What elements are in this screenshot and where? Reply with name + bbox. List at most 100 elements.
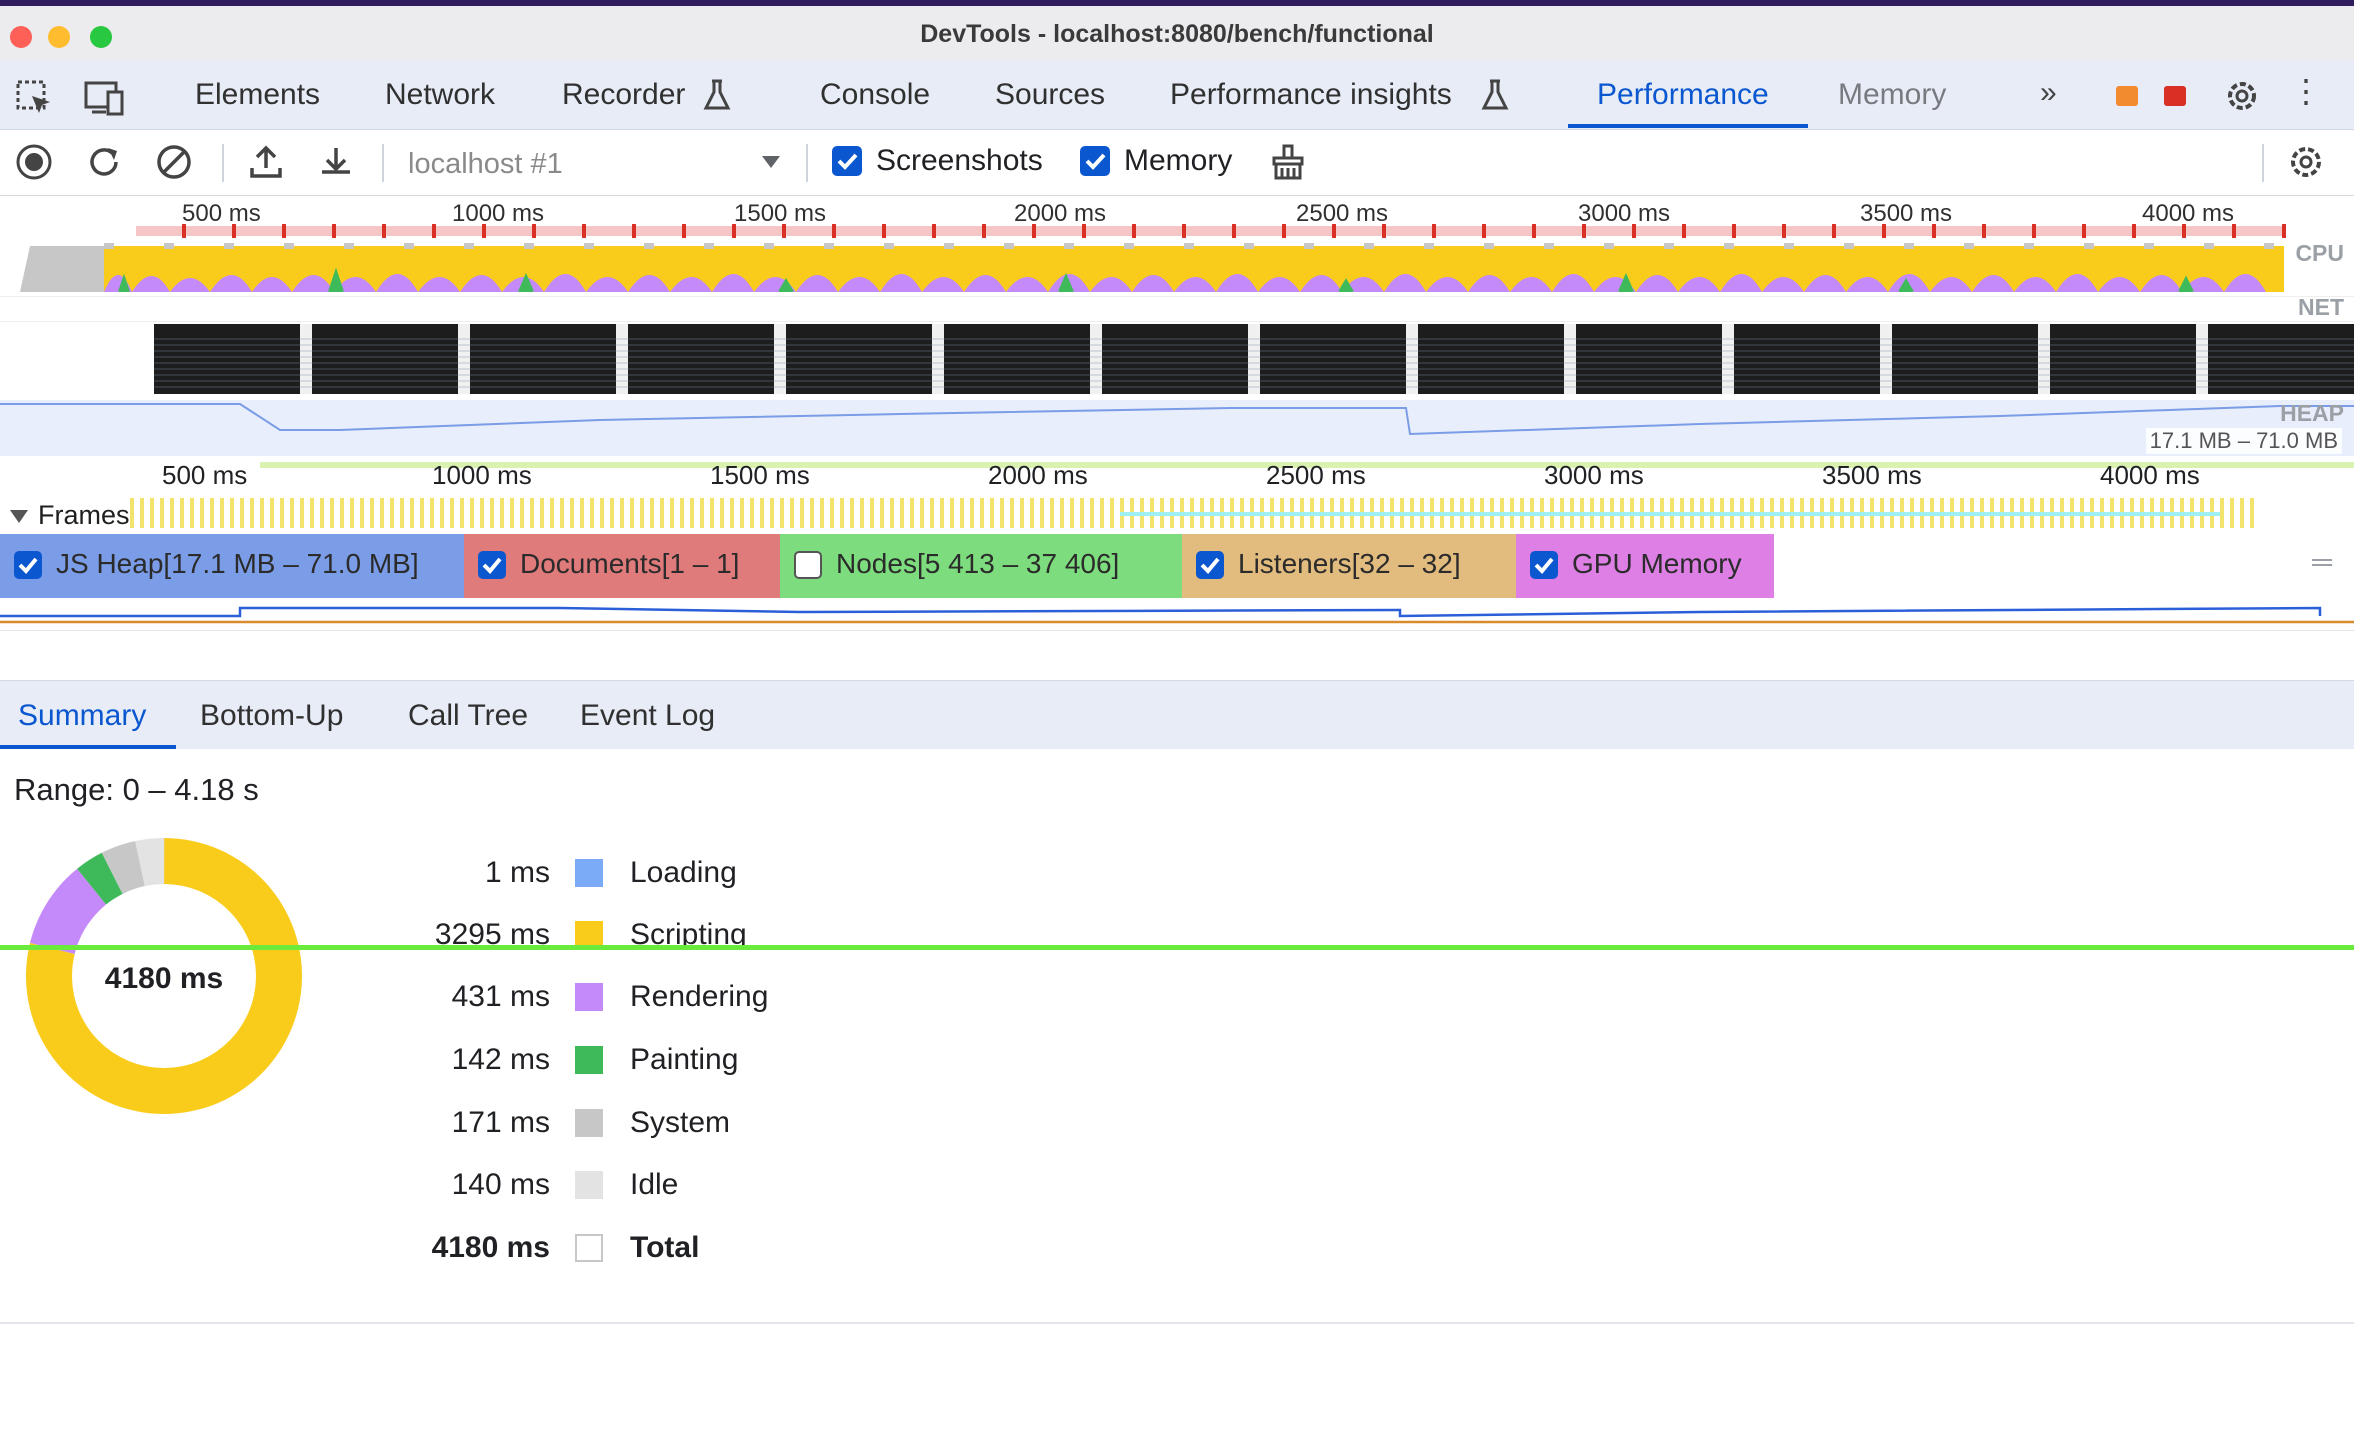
screenshot-filmstrip-texture (154, 336, 2354, 388)
heap-track-label: HEAP (2280, 400, 2344, 426)
counter-label: JS Heap[17.1 MB – 71.0 MB] (56, 548, 419, 579)
counter-nodes[interactable]: Nodes[5 413 – 37 406] (780, 534, 1182, 598)
timeline-overview[interactable]: 500 ms 1000 ms 1500 ms 2000 ms 2500 ms 3… (0, 196, 2354, 464)
tab-call-tree[interactable]: Call Tree (408, 699, 528, 733)
more-tabs-icon[interactable]: » (2040, 76, 2057, 110)
cpu-track-label: CPU (2295, 240, 2344, 266)
timeline-ruler-label: 3500 ms (1822, 460, 1922, 490)
frames-track-label: Frames (38, 500, 130, 530)
legend-name: System (630, 1106, 731, 1139)
memory-checkbox[interactable] (1080, 146, 1110, 176)
legend-value: 4180 ms (431, 1231, 550, 1264)
heap-usage-line (0, 403, 2354, 436)
legend-name: Idle (630, 1168, 679, 1201)
download-profile-icon[interactable] (316, 142, 356, 182)
resize-handle-icon[interactable]: ═ (2312, 546, 2332, 578)
tab-elements[interactable]: Elements (195, 78, 320, 112)
upload-profile-icon[interactable] (246, 142, 286, 182)
summary-bottom-divider (0, 1322, 2354, 1324)
performance-toolbar: localhost #1 Screenshots Memory (0, 130, 2354, 196)
tab-network[interactable]: Network (385, 78, 495, 112)
legend-swatch (575, 1171, 603, 1199)
flask-icon (703, 79, 731, 110)
legend-value: 431 ms (451, 980, 550, 1013)
legend-swatch (575, 1109, 603, 1137)
tab-summary[interactable]: Summary (18, 699, 146, 733)
net-track-label: NET (2298, 294, 2344, 320)
counter-label: Documents[1 – 1] (520, 548, 740, 579)
js-heap-checkbox[interactable] (14, 551, 42, 579)
chevron-down-icon (762, 156, 780, 168)
target-select-value: localhost #1 (408, 148, 563, 180)
legend-row-painting: 142 ms Painting (0, 1043, 800, 1083)
timeline-ruler-label: 4000 ms (2100, 460, 2200, 490)
gpu-memory-checkbox[interactable] (1530, 551, 1558, 579)
legend-swatch (575, 1046, 603, 1074)
counter-label: Nodes[5 413 – 37 406] (836, 548, 1120, 579)
counter-js-heap[interactable]: JS Heap[17.1 MB – 71.0 MB] (0, 534, 464, 598)
errors-badge-icon[interactable] (2164, 86, 2186, 106)
heap-range-label: 17.1 MB – 71.0 MB (2145, 428, 2342, 454)
legend-name: Loading (630, 856, 737, 889)
timeline-ruler-label: 2000 ms (988, 460, 1088, 490)
reload-record-icon[interactable] (84, 142, 124, 182)
listeners-checkbox[interactable] (1196, 551, 1224, 579)
collect-garbage-icon[interactable] (1268, 142, 1308, 182)
legend-value: 1 ms (484, 856, 550, 889)
memory-label: Memory (1124, 144, 1233, 177)
legend-value: 171 ms (451, 1106, 550, 1139)
tab-sources[interactable]: Sources (995, 78, 1105, 112)
toolbar-separator (222, 144, 224, 182)
timeline-ruler[interactable]: 500 ms 1000 ms 1500 ms 2000 ms 2500 ms 3… (0, 456, 2354, 494)
counter-listeners[interactable]: Listeners[32 – 32] (1182, 534, 1516, 598)
target-select[interactable]: localhost #1 (392, 140, 792, 184)
legend-name: Painting (630, 1043, 739, 1076)
expand-triangle-icon[interactable] (10, 510, 28, 523)
panel-tabbar: Elements Network Recorder Console Source… (0, 60, 2354, 130)
tab-event-log[interactable]: Event Log (580, 699, 715, 733)
legend-row-rendering: 431 ms Rendering (0, 980, 800, 1020)
memory-counters-bar: JS Heap[17.1 MB – 71.0 MB] Documents[1 –… (0, 534, 2354, 598)
details-tabbar: Summary Bottom-Up Call Tree Event Log (0, 680, 2354, 749)
counter-documents[interactable]: Documents[1 – 1] (464, 534, 780, 598)
record-icon[interactable] (14, 142, 54, 182)
tab-recorder[interactable]: Recorder (562, 78, 685, 112)
legend-name: Total (630, 1231, 700, 1264)
counter-gpu-memory[interactable]: GPU Memory (1516, 534, 1774, 598)
network-track (0, 296, 2354, 322)
capture-settings-gear-icon[interactable] (2286, 142, 2326, 182)
window-titlebar: DevTools - localhost:8080/bench/function… (0, 0, 2354, 60)
toolbar-separator (382, 144, 384, 182)
frames-track[interactable]: Frames (0, 494, 2354, 534)
tab-memory[interactable]: Memory (1838, 78, 1946, 112)
counter-graph-lines (0, 606, 2354, 624)
tab-bottom-up[interactable]: Bottom-Up (200, 699, 343, 733)
screenshots-checkbox[interactable] (832, 146, 862, 176)
legend-row-scripting: 3295 ms Scripting (0, 918, 800, 958)
active-tab-indicator (1568, 124, 1808, 128)
device-toolbar-icon[interactable] (82, 78, 126, 118)
tab-performance[interactable]: Performance (1597, 78, 1769, 112)
legend-swatch (575, 983, 603, 1011)
legend-row-loading: 1 ms Loading (0, 856, 800, 896)
tab-console[interactable]: Console (820, 78, 930, 112)
inspect-element-icon[interactable] (14, 78, 54, 118)
issues-badge-icon[interactable] (2116, 86, 2138, 106)
nodes-checkbox[interactable] (794, 551, 822, 579)
glitch-line (0, 945, 2354, 950)
flask-icon (1481, 79, 1509, 110)
settings-gear-icon[interactable] (2222, 76, 2262, 116)
timeline-ruler-label: 3000 ms (1544, 460, 1644, 490)
legend-swatch (575, 1234, 603, 1262)
legend-row-system: 171 ms System (0, 1106, 800, 1146)
legend-row-total: 4180 ms Total (0, 1231, 800, 1271)
clear-icon[interactable] (154, 142, 194, 182)
documents-checkbox[interactable] (478, 551, 506, 579)
more-options-icon[interactable]: ⋮ (2290, 72, 2322, 110)
timeline-ruler-label: 1000 ms (432, 460, 532, 490)
tab-performance-insights[interactable]: Performance insights (1170, 78, 1452, 112)
long-task-markers (136, 224, 2286, 238)
cpu-activity-chart (20, 243, 2284, 292)
timeline-ruler-label: 2500 ms (1266, 460, 1366, 490)
counter-label: GPU Memory (1572, 548, 1742, 579)
